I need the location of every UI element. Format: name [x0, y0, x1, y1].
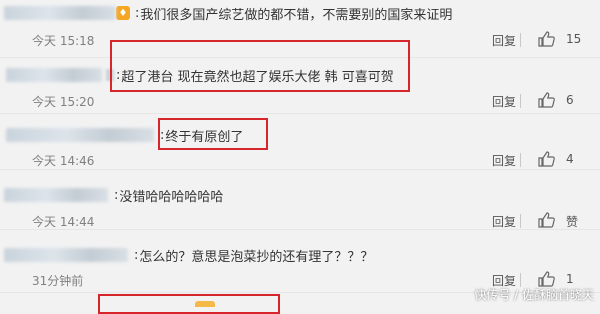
highlight-box: [110, 40, 410, 92]
reply-button[interactable]: 回复: [492, 213, 516, 230]
like-count: 15: [566, 32, 582, 46]
partial-emoji: [195, 301, 215, 307]
reply-button[interactable]: 回复: [492, 32, 516, 49]
thumb-up-icon[interactable]: [538, 212, 556, 228]
comment-time: 今天 15:20: [32, 95, 95, 109]
comment-time: 今天 14:44: [32, 215, 95, 229]
username-blurred[interactable]: [4, 248, 128, 262]
reply-button[interactable]: 回复: [492, 93, 516, 110]
like-count: 6: [566, 93, 574, 107]
like-count: 1: [566, 272, 574, 286]
highlight-box: [158, 118, 268, 150]
comment-time: 今天 15:18: [32, 34, 95, 48]
comment-text: 怎么的？意思是泡菜抄的还有理了？？？: [139, 249, 374, 265]
vip-badge-icon: ♦: [116, 6, 130, 20]
username-blurred[interactable]: [4, 6, 116, 20]
comment-item: : 没错哈哈哈哈哈哈 今天 14:44 回复 赞: [0, 170, 600, 230]
divider: [520, 94, 521, 108]
username-blurred[interactable]: [4, 188, 108, 202]
like-button[interactable]: 赞: [566, 213, 578, 230]
thumb-up-icon[interactable]: [538, 271, 556, 287]
highlight-box: [98, 294, 280, 314]
like-count: 4: [566, 152, 574, 166]
divider: [520, 33, 521, 47]
divider: [520, 273, 521, 287]
comment-item: : 终于有原创了 今天 14:46 回复 4: [0, 114, 600, 169]
username-blurred[interactable]: [6, 68, 102, 82]
comment-item: : 怎么的？意思是泡菜抄的还有理了？？？ 31分钟前 回复 1: [0, 230, 600, 290]
thumb-up-icon[interactable]: [538, 151, 556, 167]
thumb-up-icon[interactable]: [538, 31, 556, 47]
comment-time: 今天 14:46: [32, 154, 95, 168]
comment-time: 31分钟前: [32, 274, 84, 288]
comment-text: 我们很多国产综艺做的都不错，不需要别的国家来证明: [140, 7, 453, 23]
reply-button[interactable]: 回复: [492, 152, 516, 169]
comment-text: 没错哈哈哈哈哈哈: [119, 189, 224, 205]
divider: [520, 214, 521, 228]
watermark: 快传号 / 佐酥脑首晓天: [474, 288, 594, 302]
divider: [520, 153, 521, 167]
username-blurred[interactable]: [6, 128, 154, 142]
thumb-up-icon[interactable]: [538, 92, 556, 108]
